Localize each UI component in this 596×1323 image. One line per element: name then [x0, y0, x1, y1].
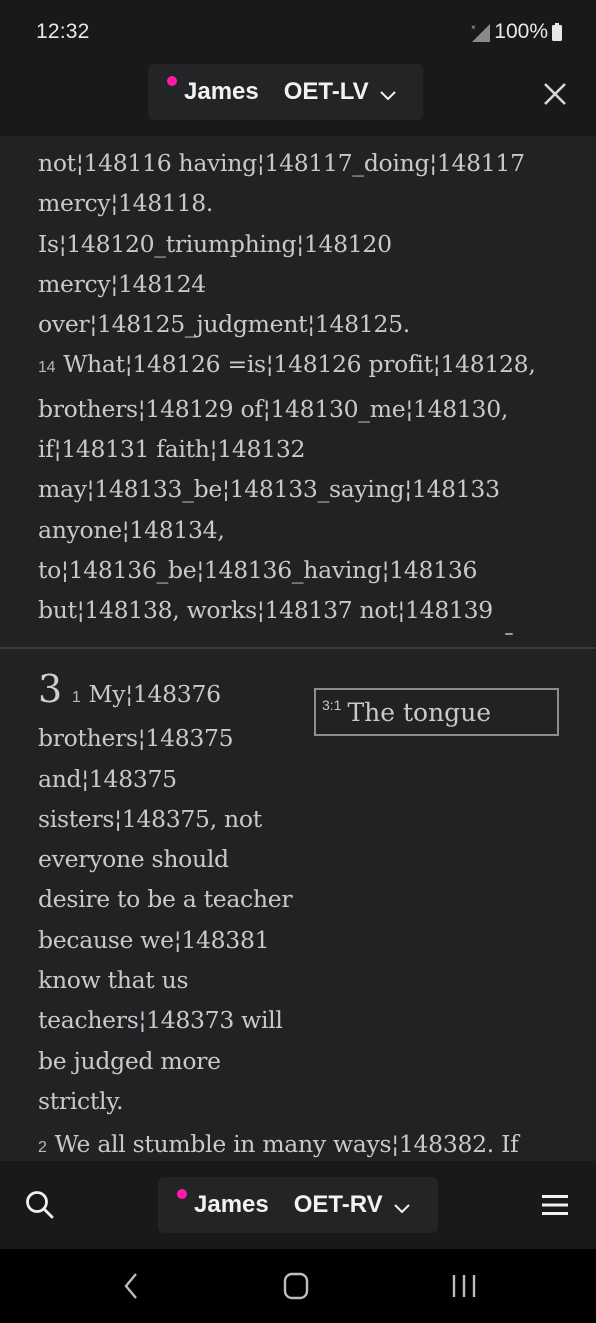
text-line: because we¦148381 — [38, 925, 270, 954]
bottom-scripture-pane[interactable]: 3 1 My¦148376 brothers¦148375 and¦148375 s… — [0, 649, 596, 1161]
text-line: teachers¦148373 will — [38, 1006, 283, 1035]
text-line: but¦148138, works¦148137 not¦148139 — [38, 596, 493, 625]
bottom-scripture-text: 3 1 My¦148376 brothers¦148375 and¦148375 s… — [38, 667, 519, 1161]
battery-percent: 100% — [494, 20, 548, 43]
close-icon[interactable] — [541, 80, 569, 108]
text-line: 2 We all stumble in many ways¦148382. If — [38, 1130, 519, 1159]
chevron-down-icon — [393, 1196, 411, 1214]
text-line: anyone¦148134, — [38, 515, 225, 544]
search-icon[interactable] — [24, 1189, 56, 1221]
text-line: know that us — [38, 966, 189, 995]
top-scripture-pane[interactable]: not¦148116 having¦148117_doing¦148117 me… — [0, 136, 596, 648]
book-name: James — [184, 78, 259, 105]
section-heading-ref: 3:1 — [322, 697, 342, 713]
back-icon[interactable] — [110, 1271, 150, 1301]
text-line: 14 What¦148126 =is¦148126 profit¦148128, — [38, 350, 536, 379]
verse-number[interactable]: 14 — [38, 359, 56, 376]
text-line: mercy¦148118. — [38, 189, 214, 218]
text-line: brothers¦148375 — [38, 724, 234, 753]
top-book-version-selector[interactable]: James OET-LV — [148, 64, 423, 120]
home-icon[interactable] — [276, 1271, 316, 1301]
top-scripture-text: not¦148116 having¦148117_doing¦148117 me… — [38, 143, 578, 631]
recent-apps-icon[interactable] — [444, 1271, 484, 1301]
text-line: mercy¦148124 — [38, 269, 206, 298]
text-line: be judged more — [38, 1046, 221, 1075]
chevron-down-icon — [379, 83, 397, 101]
battery-icon — [552, 23, 562, 41]
book-name: James — [194, 1191, 269, 1218]
text-line: to¦148136_be¦148136_having¦148136 — [38, 555, 478, 584]
text-line: and¦148375 — [38, 764, 177, 793]
version-name: OET-LV — [283, 78, 369, 105]
indicator-dot — [167, 76, 177, 86]
top-header: James OET-LV — [0, 64, 596, 136]
text-line: 3 1 My¦148376 — [38, 667, 221, 711]
text-line: brothers¦148129 of¦148130_me¦148130, — [38, 394, 509, 423]
verse-number[interactable]: 2 — [38, 1139, 47, 1156]
text-line: sisters¦148375, not — [38, 804, 262, 833]
bottom-toolbar: James OET-RV — [0, 1161, 596, 1249]
status-time: 12:32 — [36, 20, 90, 43]
no-signal-icon: × — [470, 22, 491, 42]
section-heading-text: The tongue — [347, 697, 492, 727]
chapter-number: 3 — [38, 667, 62, 711]
section-heading: 3:1 The tongue — [314, 688, 559, 736]
text-line: not¦148116 having¦148117_doing¦148117 — [38, 149, 525, 177]
text-line: over¦148125_judgment¦148125. — [38, 310, 410, 339]
verse-number[interactable]: 1 — [72, 689, 81, 706]
status-indicators: × 100% — [470, 20, 562, 44]
status-bar: 12:32 × 100% — [0, 0, 596, 64]
system-nav-bar — [0, 1249, 596, 1323]
text-line: if¦148131 faith¦148132 — [38, 435, 306, 464]
version-name: OET-RV — [293, 1191, 383, 1218]
text-line: desire to be a teacher — [38, 885, 293, 914]
indicator-dot — [177, 1189, 187, 1199]
svg-text:×: × — [471, 23, 476, 32]
text-line: strictly. — [38, 1086, 124, 1115]
text-line: Is¦148120_triumphing¦148120 — [38, 229, 392, 258]
hamburger-menu-icon[interactable] — [542, 1193, 568, 1217]
text-line: everyone should — [38, 845, 229, 874]
scroll-indicator — [505, 633, 513, 635]
bottom-book-version-selector[interactable]: James OET-RV — [158, 1177, 438, 1233]
text-line: may¦148133_be¦148133_saying¦148133 — [38, 475, 500, 504]
